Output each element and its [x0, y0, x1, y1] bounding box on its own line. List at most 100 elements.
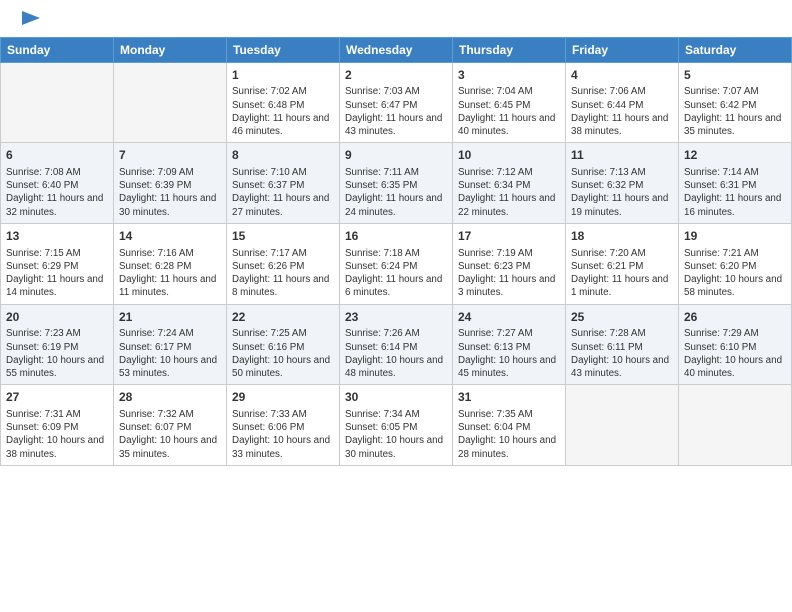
- day-of-week-header: Saturday: [679, 37, 792, 62]
- day-info: Sunrise: 7:18 AM Sunset: 6:24 PM Dayligh…: [345, 247, 447, 300]
- day-number: 13: [6, 228, 108, 245]
- day-number: 3: [458, 67, 560, 84]
- calendar-cell: 16 Sunrise: 7:18 AM Sunset: 6:24 PM Dayli…: [340, 223, 453, 304]
- calendar-cell: [566, 385, 679, 466]
- day-info: Sunrise: 7:24 AM Sunset: 6:17 PM Dayligh…: [119, 327, 221, 380]
- calendar-cell: [1, 62, 114, 143]
- calendar-cell: 12 Sunrise: 7:14 AM Sunset: 6:31 PM Dayli…: [679, 143, 792, 224]
- page-header: [0, 0, 792, 37]
- day-number: 24: [458, 309, 560, 326]
- day-of-week-header: Friday: [566, 37, 679, 62]
- day-number: 11: [571, 147, 673, 164]
- day-info: Sunrise: 7:08 AM Sunset: 6:40 PM Dayligh…: [6, 166, 108, 219]
- day-of-week-header: Sunday: [1, 37, 114, 62]
- calendar-cell: 27Sunrise: 7:31 AM Sunset: 6:09 PM Dayli…: [1, 385, 114, 466]
- day-number: 18: [571, 228, 673, 245]
- calendar-cell: 7 Sunrise: 7:09 AM Sunset: 6:39 PM Daylig…: [114, 143, 227, 224]
- day-number: 7: [119, 147, 221, 164]
- day-number: 19: [684, 228, 786, 245]
- day-info: Sunrise: 7:28 AM Sunset: 6:11 PM Dayligh…: [571, 327, 673, 380]
- day-info: Sunrise: 7:02 AM Sunset: 6:48 PM Dayligh…: [232, 85, 334, 138]
- day-info: Sunrise: 7:27 AM Sunset: 6:13 PM Dayligh…: [458, 327, 560, 380]
- day-number: 28: [119, 389, 221, 406]
- calendar-cell: 3Sunrise: 7:04 AM Sunset: 6:45 PM Daylig…: [453, 62, 566, 143]
- day-number: 21: [119, 309, 221, 326]
- calendar-week-row: 1Sunrise: 7:02 AM Sunset: 6:48 PM Daylig…: [1, 62, 792, 143]
- day-number: 16: [345, 228, 447, 245]
- day-number: 25: [571, 309, 673, 326]
- calendar-cell: 5Sunrise: 7:07 AM Sunset: 6:42 PM Daylig…: [679, 62, 792, 143]
- calendar-cell: 21Sunrise: 7:24 AM Sunset: 6:17 PM Dayli…: [114, 304, 227, 385]
- day-number: 30: [345, 389, 447, 406]
- calendar-cell: 25Sunrise: 7:28 AM Sunset: 6:11 PM Dayli…: [566, 304, 679, 385]
- calendar-cell: 22Sunrise: 7:25 AM Sunset: 6:16 PM Dayli…: [227, 304, 340, 385]
- calendar-week-row: 13Sunrise: 7:15 AM Sunset: 6:29 PM Dayli…: [1, 223, 792, 304]
- day-info: Sunrise: 7:34 AM Sunset: 6:05 PM Dayligh…: [345, 408, 447, 461]
- day-number: 27: [6, 389, 108, 406]
- logo-arrow-icon: [20, 7, 42, 29]
- day-number: 26: [684, 309, 786, 326]
- day-info: Sunrise: 7:07 AM Sunset: 6:42 PM Dayligh…: [684, 85, 786, 138]
- calendar-cell: 17 Sunrise: 7:19 AM Sunset: 6:23 PM Dayli…: [453, 223, 566, 304]
- day-number: 14: [119, 228, 221, 245]
- day-of-week-header: Monday: [114, 37, 227, 62]
- day-info: Sunrise: 7:16 AM Sunset: 6:28 PM Dayligh…: [119, 247, 221, 300]
- day-number: 12: [684, 147, 786, 164]
- day-info: Sunrise: 7:23 AM Sunset: 6:19 PM Dayligh…: [6, 327, 108, 380]
- day-number: 29: [232, 389, 334, 406]
- day-info: Sunrise: 7:12 AM Sunset: 6:34 PM Dayligh…: [458, 166, 560, 219]
- day-of-week-header: Tuesday: [227, 37, 340, 62]
- day-number: 17: [458, 228, 560, 245]
- calendar-cell: 18 Sunrise: 7:20 AM Sunset: 6:21 PM Dayli…: [566, 223, 679, 304]
- day-info: Sunrise: 7:20 AM Sunset: 6:21 PM Dayligh…: [571, 247, 673, 300]
- calendar-cell: 11 Sunrise: 7:13 AM Sunset: 6:32 PM Dayli…: [566, 143, 679, 224]
- day-info: Sunrise: 7:33 AM Sunset: 6:06 PM Dayligh…: [232, 408, 334, 461]
- day-info: Sunrise: 7:09 AM Sunset: 6:39 PM Dayligh…: [119, 166, 221, 219]
- calendar-cell: 31 Sunrise: 7:35 AM Sunset: 6:04 PM Dayli…: [453, 385, 566, 466]
- calendar-cell: 13Sunrise: 7:15 AM Sunset: 6:29 PM Dayli…: [1, 223, 114, 304]
- day-of-week-header: Thursday: [453, 37, 566, 62]
- calendar-cell: 9 Sunrise: 7:11 AM Sunset: 6:35 PM Daylig…: [340, 143, 453, 224]
- calendar-cell: 29 Sunrise: 7:33 AM Sunset: 6:06 PM Dayli…: [227, 385, 340, 466]
- calendar-cell: 4Sunrise: 7:06 AM Sunset: 6:44 PM Daylig…: [566, 62, 679, 143]
- calendar-cell: [679, 385, 792, 466]
- calendar-cell: 6Sunrise: 7:08 AM Sunset: 6:40 PM Daylig…: [1, 143, 114, 224]
- calendar-week-row: 27Sunrise: 7:31 AM Sunset: 6:09 PM Dayli…: [1, 385, 792, 466]
- day-info: Sunrise: 7:04 AM Sunset: 6:45 PM Dayligh…: [458, 85, 560, 138]
- calendar-header-row: SundayMondayTuesdayWednesdayThursdayFrid…: [1, 37, 792, 62]
- calendar-cell: 8 Sunrise: 7:10 AM Sunset: 6:37 PM Daylig…: [227, 143, 340, 224]
- day-info: Sunrise: 7:13 AM Sunset: 6:32 PM Dayligh…: [571, 166, 673, 219]
- calendar-cell: 26Sunrise: 7:29 AM Sunset: 6:10 PM Dayli…: [679, 304, 792, 385]
- day-info: Sunrise: 7:21 AM Sunset: 6:20 PM Dayligh…: [684, 247, 786, 300]
- day-of-week-header: Wednesday: [340, 37, 453, 62]
- day-number: 8: [232, 147, 334, 164]
- calendar-cell: 14 Sunrise: 7:16 AM Sunset: 6:28 PM Dayli…: [114, 223, 227, 304]
- calendar-cell: 1Sunrise: 7:02 AM Sunset: 6:48 PM Daylig…: [227, 62, 340, 143]
- day-number: 31: [458, 389, 560, 406]
- logo: [18, 14, 42, 31]
- calendar-cell: 15Sunrise: 7:17 AM Sunset: 6:26 PM Dayli…: [227, 223, 340, 304]
- day-number: 5: [684, 67, 786, 84]
- day-info: Sunrise: 7:10 AM Sunset: 6:37 PM Dayligh…: [232, 166, 334, 219]
- day-info: Sunrise: 7:14 AM Sunset: 6:31 PM Dayligh…: [684, 166, 786, 219]
- day-number: 1: [232, 67, 334, 84]
- day-number: 10: [458, 147, 560, 164]
- day-info: Sunrise: 7:35 AM Sunset: 6:04 PM Dayligh…: [458, 408, 560, 461]
- day-info: Sunrise: 7:11 AM Sunset: 6:35 PM Dayligh…: [345, 166, 447, 219]
- day-info: Sunrise: 7:26 AM Sunset: 6:14 PM Dayligh…: [345, 327, 447, 380]
- day-info: Sunrise: 7:03 AM Sunset: 6:47 PM Dayligh…: [345, 85, 447, 138]
- calendar-week-row: 20Sunrise: 7:23 AM Sunset: 6:19 PM Dayli…: [1, 304, 792, 385]
- calendar-cell: [114, 62, 227, 143]
- day-info: Sunrise: 7:32 AM Sunset: 6:07 PM Dayligh…: [119, 408, 221, 461]
- day-info: Sunrise: 7:19 AM Sunset: 6:23 PM Dayligh…: [458, 247, 560, 300]
- day-info: Sunrise: 7:25 AM Sunset: 6:16 PM Dayligh…: [232, 327, 334, 380]
- calendar-cell: 28 Sunrise: 7:32 AM Sunset: 6:07 PM Dayli…: [114, 385, 227, 466]
- calendar-cell: 23Sunrise: 7:26 AM Sunset: 6:14 PM Dayli…: [340, 304, 453, 385]
- day-number: 9: [345, 147, 447, 164]
- day-info: Sunrise: 7:17 AM Sunset: 6:26 PM Dayligh…: [232, 247, 334, 300]
- calendar-week-row: 6Sunrise: 7:08 AM Sunset: 6:40 PM Daylig…: [1, 143, 792, 224]
- day-number: 2: [345, 67, 447, 84]
- calendar-cell: 10 Sunrise: 7:12 AM Sunset: 6:34 PM Dayli…: [453, 143, 566, 224]
- calendar-cell: 19 Sunrise: 7:21 AM Sunset: 6:20 PM Dayli…: [679, 223, 792, 304]
- calendar-cell: 20Sunrise: 7:23 AM Sunset: 6:19 PM Dayli…: [1, 304, 114, 385]
